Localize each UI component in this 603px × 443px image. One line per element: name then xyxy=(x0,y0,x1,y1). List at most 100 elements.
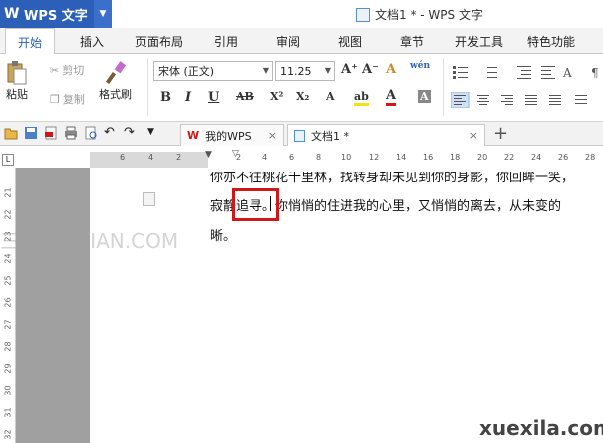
indent-marker-icon[interactable]: ▼ xyxy=(205,150,212,160)
quick-access-toolbar: ↶ ↷ ▼ W 我的WPS × 文档1 * × + xyxy=(0,122,603,146)
subscript-button[interactable]: X₂ xyxy=(296,90,309,103)
strikethrough-button[interactable]: AB xyxy=(236,90,254,103)
ruler-number: 10 xyxy=(341,153,352,162)
text-cursor xyxy=(270,196,271,211)
wps-logo-icon: W xyxy=(187,129,200,142)
export-pdf-icon[interactable] xyxy=(44,126,58,140)
copy-label: 复制 xyxy=(62,93,85,106)
tab-page-layout[interactable]: 页面布局 xyxy=(135,33,183,50)
divider xyxy=(443,58,444,116)
divider xyxy=(147,58,148,116)
paste-label: 粘贴 xyxy=(6,88,28,101)
ruler-number: 16 xyxy=(423,153,434,162)
tab-document1[interactable]: 文档1 * × xyxy=(287,124,485,146)
underline-button[interactable]: U xyxy=(208,90,219,105)
tab-stop-selector[interactable]: L xyxy=(2,154,14,166)
ruler-number: 12 xyxy=(369,153,380,162)
ruler-number: 4 xyxy=(148,153,154,162)
font-color-button[interactable]: A xyxy=(386,88,397,106)
tab-review[interactable]: 审阅 xyxy=(276,33,300,50)
text-run: 。你悄悄的住进我的心里，又悄悄的离去，从未变的 xyxy=(262,199,562,214)
ruler-number: 26 xyxy=(3,297,13,308)
redo-icon[interactable]: ↷ xyxy=(124,125,138,140)
ruler-number: 18 xyxy=(450,153,461,162)
align-buttons[interactable] xyxy=(451,92,601,108)
ruler-number: 31 xyxy=(3,407,13,418)
horizontal-ruler[interactable]: 6 4 2 2 4 6 8 10 12 14 16 18 20 22 24 26… xyxy=(90,149,603,168)
ruler-number: 28 xyxy=(585,153,596,162)
text-effect-button[interactable]: A xyxy=(326,90,335,103)
ruler-number: 22 xyxy=(504,153,515,162)
italic-button[interactable]: I xyxy=(185,90,191,105)
ruler-number: 22 xyxy=(3,209,13,220)
paste-icon xyxy=(7,61,27,85)
chevron-down-icon: ▼ xyxy=(262,66,269,75)
doc-tab-label: 文档1 * xyxy=(311,129,349,143)
chevron-down-icon[interactable]: ▼ xyxy=(147,127,161,141)
document-icon xyxy=(294,129,305,142)
vertical-ruler[interactable]: 21 22 23 24 25 26 27 28 29 30 31 32 xyxy=(0,168,16,443)
list-buttons[interactable]: A ¶ xyxy=(451,64,601,80)
ruler-number: 30 xyxy=(3,385,13,396)
paragraph-line[interactable]: 晰。 xyxy=(210,225,236,244)
font-size-value: 11.25 xyxy=(280,64,312,78)
tab-references[interactable]: 引用 xyxy=(214,33,238,50)
open-folder-icon[interactable] xyxy=(4,126,18,140)
cut-button[interactable]: ✂ 剪切 xyxy=(50,62,84,78)
bold-button[interactable]: B xyxy=(160,90,171,105)
ruler-number: 21 xyxy=(3,187,13,198)
save-icon[interactable] xyxy=(24,126,38,140)
ruler-number: 24 xyxy=(3,253,13,264)
highlight-button[interactable]: ab xyxy=(354,90,369,106)
print-icon[interactable] xyxy=(64,126,78,140)
chevron-down-icon: ▼ xyxy=(324,66,331,75)
tab-view[interactable]: 视图 xyxy=(338,33,362,50)
tab-special-features[interactable]: 特色功能 xyxy=(527,33,575,50)
document-icon[interactable] xyxy=(143,192,155,206)
ruler-number: 25 xyxy=(3,275,13,286)
shrink-font-button[interactable]: A⁻ xyxy=(362,62,379,77)
indent-marker-icon[interactable]: ▽ xyxy=(232,149,239,159)
copy-icon: ❐ xyxy=(50,92,60,106)
ruler-number: 2 xyxy=(176,153,182,162)
scissors-icon: ✂ xyxy=(50,63,60,77)
app-menu-button[interactable]: W WPS 文字 ▼ xyxy=(0,0,112,28)
font-name-select[interactable]: 宋体 (正文) ▼ xyxy=(153,61,273,81)
window-title: 文档1 * - WPS 文字 xyxy=(356,6,483,23)
ruler-number: 4 xyxy=(262,153,268,162)
ruler-number: 27 xyxy=(3,319,13,330)
window-title-text: 文档1 * - WPS 文字 xyxy=(375,8,483,22)
tab-insert[interactable]: 插入 xyxy=(80,33,104,50)
ruler-number: 6 xyxy=(120,153,126,162)
grow-font-button[interactable]: A⁺ xyxy=(341,62,358,77)
ruler-number: 14 xyxy=(396,153,407,162)
menu-bar: 开始 插入 页面布局 引用 审阅 视图 章节 开发工具 特色功能 xyxy=(0,28,603,55)
format-painter-button[interactable]: 格式刷 xyxy=(99,60,132,102)
clear-format-button[interactable]: A xyxy=(386,62,396,77)
char-shading-button[interactable]: A xyxy=(418,90,431,103)
title-bar: W WPS 文字 ▼ 文档1 * - WPS 文字 xyxy=(0,0,603,28)
paste-button[interactable]: 粘贴 xyxy=(6,60,28,102)
close-icon[interactable]: × xyxy=(469,129,478,142)
svg-text:A: A xyxy=(562,66,572,80)
format-painter-label: 格式刷 xyxy=(99,88,132,101)
tab-sections[interactable]: 章节 xyxy=(400,33,424,50)
print-preview-icon[interactable] xyxy=(84,126,98,140)
paintbrush-icon xyxy=(105,61,126,85)
tab-home[interactable]: 开始 xyxy=(5,28,56,55)
close-icon[interactable]: × xyxy=(268,129,277,142)
ruler-number: 24 xyxy=(531,153,542,162)
ruler-number: 6 xyxy=(289,153,295,162)
site-watermark: xuexila.com xyxy=(479,416,603,440)
phonetic-guide-button[interactable]: wén xyxy=(410,61,430,71)
add-tab-button[interactable]: + xyxy=(493,123,508,144)
font-size-select[interactable]: 11.25 ▼ xyxy=(275,61,335,81)
tab-developer[interactable]: 开发工具 xyxy=(455,33,503,50)
document-icon xyxy=(356,7,370,22)
copy-button[interactable]: ❐ 复制 xyxy=(50,91,85,107)
superscript-button[interactable]: X² xyxy=(270,90,283,103)
tab-my-wps[interactable]: W 我的WPS × xyxy=(180,124,284,146)
ruler-number: 26 xyxy=(558,153,569,162)
chevron-down-icon[interactable]: ▼ xyxy=(94,0,112,28)
undo-icon[interactable]: ↶ xyxy=(104,125,118,140)
